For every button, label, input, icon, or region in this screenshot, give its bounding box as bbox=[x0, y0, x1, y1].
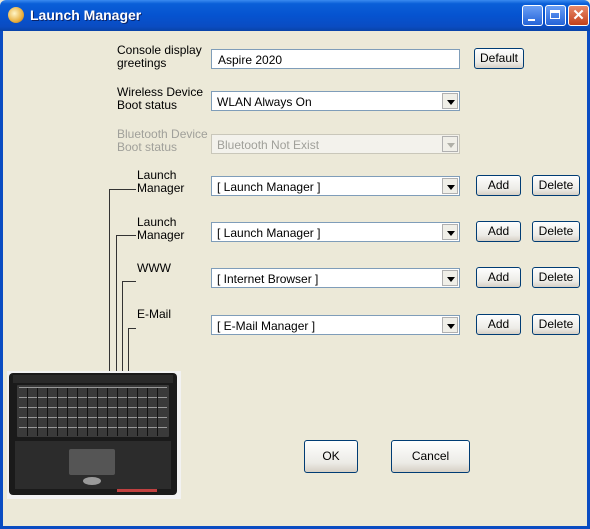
wireless-boot-value: WLAN Always On bbox=[217, 95, 312, 109]
connector-line bbox=[109, 189, 136, 190]
console-greeting-input[interactable]: Aspire 2020 bbox=[211, 49, 460, 69]
key2-label: Launch Manager bbox=[137, 216, 184, 242]
default-button[interactable]: Default bbox=[474, 48, 524, 69]
bluetooth-boot-value: Bluetooth Not Exist bbox=[217, 138, 320, 152]
key1-label: Launch Manager bbox=[137, 169, 184, 195]
key1-delete-button[interactable]: Delete bbox=[532, 175, 580, 196]
close-icon: ✕ bbox=[572, 7, 585, 24]
key1-app-value: [ Launch Manager ] bbox=[217, 180, 321, 194]
chevron-down-icon[interactable] bbox=[442, 224, 458, 240]
key1-add-button[interactable]: Add bbox=[476, 175, 521, 196]
connector-line bbox=[109, 189, 110, 375]
key4-delete-button[interactable]: Delete bbox=[532, 314, 580, 335]
chevron-down-icon bbox=[442, 136, 458, 152]
key4-label: E-Mail bbox=[137, 308, 171, 321]
wireless-label: Wireless Device Boot status bbox=[117, 86, 203, 112]
close-button[interactable]: ✕ bbox=[568, 5, 589, 26]
title-bar[interactable]: Launch Manager ✕ bbox=[0, 0, 590, 31]
launch-manager-window: Launch Manager ✕ Console display greetin… bbox=[0, 0, 590, 529]
app-icon bbox=[8, 7, 24, 23]
console-greeting-label: Console display greetings bbox=[117, 44, 202, 70]
key2-app-value: [ Launch Manager ] bbox=[217, 226, 321, 240]
cancel-button[interactable]: Cancel bbox=[391, 440, 470, 473]
key3-label: WWW bbox=[137, 262, 171, 275]
connector-line bbox=[128, 328, 136, 329]
bluetooth-label-line2: Boot status bbox=[117, 140, 178, 154]
key4-label-line1: E-Mail bbox=[137, 307, 172, 321]
connector-line bbox=[128, 328, 129, 375]
key3-add-button[interactable]: Add bbox=[476, 267, 521, 288]
key1-app-select[interactable]: [ Launch Manager ] bbox=[211, 176, 460, 196]
key4-app-value: [ E-Mail Manager ] bbox=[217, 319, 316, 333]
chevron-down-icon[interactable] bbox=[442, 317, 458, 333]
connector-line bbox=[116, 235, 117, 375]
key3-label-line1: WWW bbox=[137, 261, 171, 275]
key2-app-select[interactable]: [ Launch Manager ] bbox=[211, 222, 460, 242]
chevron-down-icon[interactable] bbox=[442, 93, 458, 109]
connector-line bbox=[116, 235, 136, 236]
console-label-line2: greetings bbox=[117, 56, 167, 70]
minimize-button[interactable] bbox=[522, 5, 543, 26]
bluetooth-label: Bluetooth Device Boot status bbox=[117, 128, 208, 154]
connector-line bbox=[122, 281, 123, 375]
key1-label-line2: Manager bbox=[137, 181, 185, 195]
maximize-button[interactable] bbox=[545, 5, 566, 26]
key3-app-value: [ Internet Browser ] bbox=[217, 272, 319, 286]
key2-label-line2: Manager bbox=[137, 228, 185, 242]
key2-add-button[interactable]: Add bbox=[476, 221, 521, 242]
window-frame-left bbox=[0, 31, 3, 529]
laptop-keyboard-image bbox=[7, 371, 181, 499]
wireless-boot-select[interactable]: WLAN Always On bbox=[211, 91, 460, 111]
window-title: Launch Manager bbox=[30, 7, 142, 23]
connector-line bbox=[122, 281, 136, 282]
wireless-label-line2: Boot status bbox=[117, 98, 178, 112]
ok-button[interactable]: OK bbox=[304, 440, 358, 473]
key2-delete-button[interactable]: Delete bbox=[532, 221, 580, 242]
bluetooth-boot-select: Bluetooth Not Exist bbox=[211, 134, 460, 154]
key3-app-select[interactable]: [ Internet Browser ] bbox=[211, 268, 460, 288]
chevron-down-icon[interactable] bbox=[442, 270, 458, 286]
key4-add-button[interactable]: Add bbox=[476, 314, 521, 335]
key4-app-select[interactable]: [ E-Mail Manager ] bbox=[211, 315, 460, 335]
key3-delete-button[interactable]: Delete bbox=[532, 267, 580, 288]
chevron-down-icon[interactable] bbox=[442, 178, 458, 194]
